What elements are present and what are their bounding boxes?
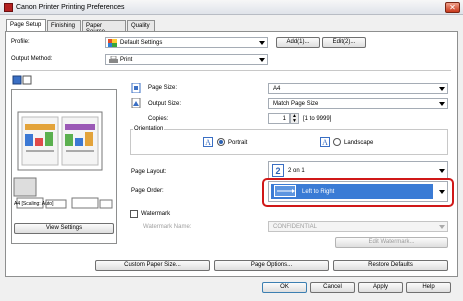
stepper-down-icon[interactable]: ▼ (292, 119, 297, 124)
portrait-label: Portrait (228, 140, 248, 146)
portrait-radio[interactable] (217, 138, 225, 146)
orientation-label: Orientation (133, 126, 165, 132)
copies-stepper[interactable]: ▲ ▼ (290, 113, 299, 124)
landscape-icon: A (320, 137, 330, 147)
print-preview (11, 89, 117, 244)
layout-icon: 2 (272, 164, 284, 177)
profile-label: Profile: (11, 39, 30, 45)
ok-button[interactable]: OK (262, 282, 307, 293)
profile-value: Default Settings (120, 40, 163, 46)
tab-quality[interactable]: Quality (127, 20, 155, 31)
radio-selected-dot (219, 140, 223, 144)
portrait-icon: A (203, 137, 213, 147)
custom-paper-size-button[interactable]: Custom Paper Size... (95, 260, 210, 271)
page-layout-select[interactable]: 2 2 on 1 (268, 161, 448, 179)
output-size-label: Output Size: (148, 101, 182, 107)
copies-label: Copies: (148, 116, 169, 122)
page-order-icon (274, 185, 296, 197)
page-layout-label: Page Layout: (131, 169, 167, 175)
profile-select[interactable]: Default Settings (105, 37, 268, 48)
close-button[interactable]: ✕ (445, 2, 460, 13)
output-size-icon (131, 97, 141, 109)
output-size-select[interactable]: Match Page Size (268, 98, 448, 109)
chevron-down-icon (259, 41, 265, 45)
chevron-down-icon (439, 225, 445, 229)
tab-paper-source[interactable]: Paper Source (82, 20, 126, 35)
edit-watermark-button[interactable]: Edit Watermark... (335, 237, 448, 248)
profile-edit-button[interactable]: Edit(2)... (322, 37, 366, 48)
profile-icon (108, 39, 117, 47)
chevron-down-icon (439, 102, 445, 106)
page-order-label: Page Order: (131, 188, 164, 194)
printer-app-icon (4, 3, 13, 12)
chevron-down-icon (439, 190, 445, 194)
output-method-select[interactable]: Print (105, 54, 268, 65)
page-layout-value: 2 on 1 (288, 168, 305, 174)
divider (11, 70, 451, 71)
watermark-name-select[interactable]: CONFIDENTIAL (268, 221, 448, 232)
chevron-down-icon (439, 87, 445, 91)
page-order-select[interactable]: Left to Right (268, 181, 448, 202)
page-order-value: Left to Right (302, 189, 335, 195)
printer-icon (109, 55, 118, 64)
preview-caption: A4 [Scaling: Auto] (14, 201, 54, 207)
preview-graphic (13, 111, 113, 209)
page-size-icon (131, 82, 141, 94)
landscape-label: Landscape (344, 140, 374, 146)
output-method-label: Output Method: (11, 56, 53, 62)
help-button[interactable]: Help (406, 282, 451, 293)
restore-defaults-button[interactable]: Restore Defaults (333, 260, 448, 271)
apply-button[interactable]: Apply (358, 282, 403, 293)
copies-input[interactable]: 1 (268, 113, 290, 124)
page-size-select[interactable]: A4 (268, 83, 448, 94)
page-size-label: Page Size: (148, 85, 178, 91)
watermark-label: Watermark (141, 211, 171, 217)
copies-range: [1 to 9999] (303, 116, 332, 122)
orientation-group (130, 129, 448, 155)
tab-finishing[interactable]: Finishing (47, 20, 81, 31)
chevron-down-icon (439, 169, 445, 173)
view-settings-button[interactable]: View Settings (14, 223, 114, 234)
watermark-checkbox[interactable] (130, 210, 138, 218)
output-method-value: Print (120, 57, 133, 63)
page-size-value: A4 (273, 86, 281, 92)
landscape-radio[interactable] (333, 138, 341, 146)
profile-add-button[interactable]: Add(1)... (276, 37, 320, 48)
watermark-name-label: Watermark Name: (143, 224, 192, 230)
output-size-value: Match Page Size (273, 101, 319, 107)
page-order-selected-item: Left to Right (271, 184, 433, 199)
preview-mode-icon[interactable] (12, 75, 32, 85)
window-title: Canon Printer Printing Preferences (16, 4, 125, 11)
copies-value: 1 (282, 116, 286, 122)
page-options-button[interactable]: Page Options... (214, 260, 329, 271)
chevron-down-icon (259, 58, 265, 62)
watermark-name-value: CONFIDENTIAL (273, 224, 318, 230)
cancel-button[interactable]: Cancel (310, 282, 355, 293)
